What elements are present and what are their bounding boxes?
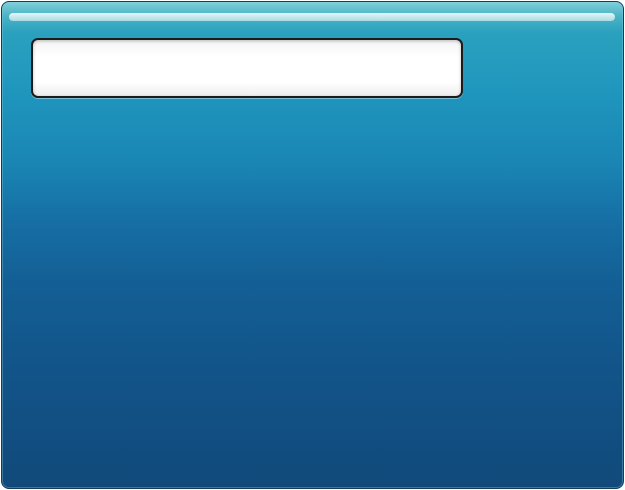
blue-panel xyxy=(1,1,624,489)
text-input[interactable] xyxy=(31,38,463,98)
title-bar xyxy=(9,13,615,21)
